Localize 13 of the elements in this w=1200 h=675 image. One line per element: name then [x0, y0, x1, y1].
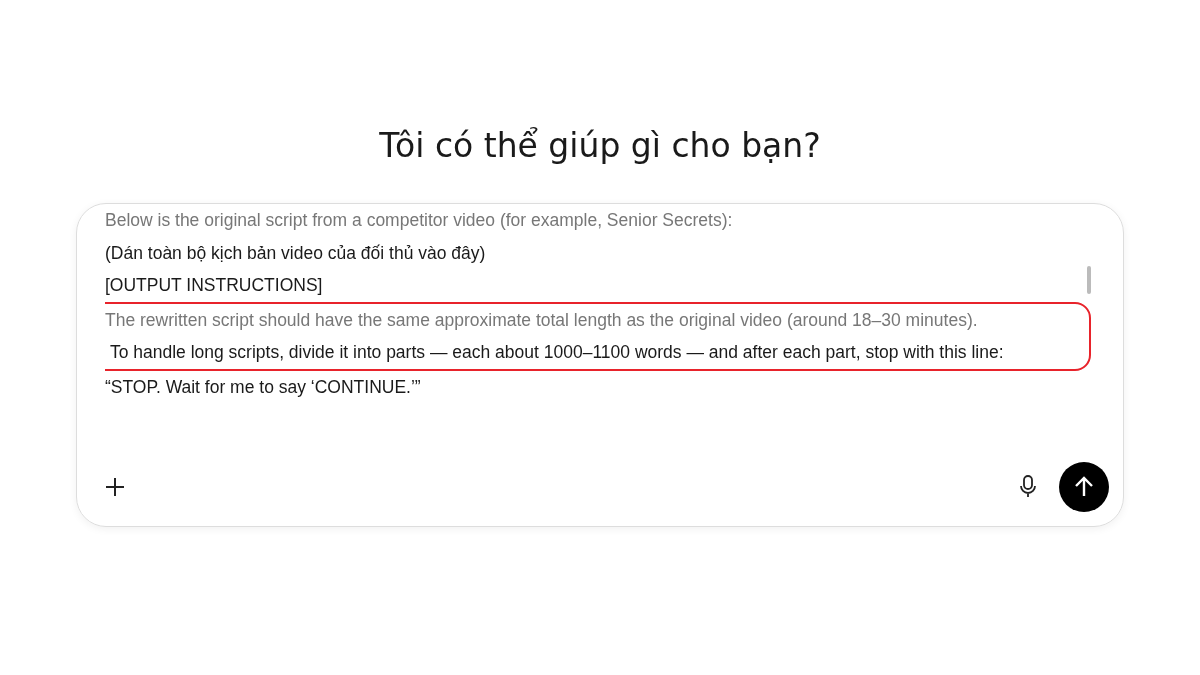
prompt-text-line: Below is the original script from a competitor video (for example, Senior Secrets): [105, 209, 734, 232]
scrollbar-thumb[interactable] [1087, 266, 1091, 294]
prompt-box[interactable] [76, 203, 1124, 527]
prompt-text-line: To handle long scripts, divide it into parts — each about 1000–1100 words — and after each part, stop with this line: [108, 341, 1005, 364]
arrow-up-icon [1074, 476, 1094, 498]
microphone-icon[interactable] [1019, 475, 1037, 499]
prompt-text-line: [OUTPUT INSTRUCTIONS] [105, 274, 324, 297]
page-heading: Tôi có thể giúp gì cho bạn? [379, 126, 821, 165]
prompt-text-line: “STOP. Wait for me to say ‘CONTINUE.’” [105, 375, 422, 399]
send-button[interactable] [1059, 462, 1109, 512]
add-icon[interactable] [105, 477, 125, 497]
prompt-text-line: (Dán toàn bộ kịch bản video của đối thủ vào đây) [105, 241, 487, 265]
prompt-text-line: The rewritten script should have the same approximate total length as the original video (around 18–30 minutes). [105, 308, 979, 332]
